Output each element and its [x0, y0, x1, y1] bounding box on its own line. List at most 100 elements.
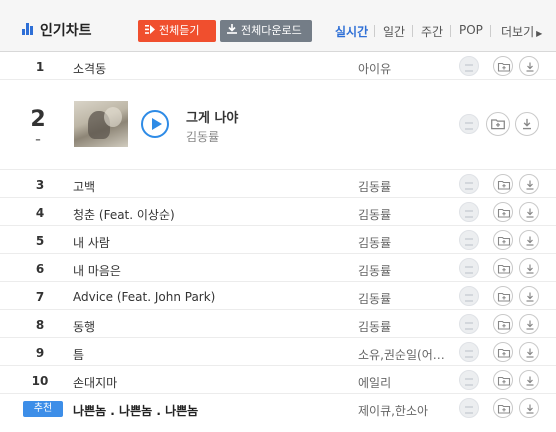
artist-name[interactable]: 김동률: [358, 178, 454, 195]
comment-bubble-icon[interactable]: [459, 56, 479, 76]
artist-name[interactable]: 소유,권순일(어…: [358, 346, 454, 363]
chart-row: 8 동행 김동률: [0, 310, 556, 338]
download-all-button[interactable]: 전체다운로드: [220, 20, 312, 42]
more-link[interactable]: 더보기 ▶: [501, 23, 542, 40]
add-to-folder-icon: [497, 180, 511, 190]
add-to-folder-button[interactable]: [493, 174, 513, 194]
download-icon: [526, 62, 534, 72]
chart-row: 10 손대지마 에일리: [0, 366, 556, 394]
download-button[interactable]: [519, 202, 539, 222]
download-button[interactable]: [519, 174, 539, 194]
rank-number: 7: [35, 290, 45, 304]
add-to-folder-icon: [497, 320, 511, 330]
download-icon: [526, 292, 534, 302]
tab-pop[interactable]: POP: [459, 23, 483, 37]
comment-bubble-icon[interactable]: [459, 174, 479, 194]
tab-daily[interactable]: 일간: [383, 23, 405, 40]
add-to-folder-button[interactable]: [493, 314, 513, 334]
add-to-folder-button[interactable]: [493, 230, 513, 250]
add-to-folder-icon: [497, 62, 511, 72]
comment-bubble-icon[interactable]: [459, 398, 479, 418]
rank-number: 2: [30, 107, 46, 132]
download-button[interactable]: [519, 286, 539, 306]
tab-weekly[interactable]: 주간: [421, 23, 443, 40]
play-icon[interactable]: [141, 110, 169, 138]
artist-name[interactable]: 제이큐,한소아: [358, 402, 454, 419]
playlist-icon: [145, 20, 155, 42]
chart-header: 인기차트 전체듣기 전체다운로드 실시간 일간 주간 POP 더보기 ▶: [0, 0, 556, 52]
artist-name[interactable]: 김동률: [186, 128, 219, 145]
download-button[interactable]: [515, 112, 539, 136]
comment-bubble-icon[interactable]: [459, 114, 479, 134]
song-title[interactable]: 청춘 (Feat. 이상순): [73, 206, 175, 223]
chart-row: 5 내 사람 김동률: [0, 226, 556, 254]
download-button[interactable]: [519, 398, 539, 418]
rank-number: 9: [35, 346, 45, 360]
download-button[interactable]: [519, 342, 539, 362]
song-title[interactable]: 그게 나야: [186, 107, 238, 126]
song-title[interactable]: 내 마음은: [73, 262, 121, 279]
chart-row: 9 틈 소유,권순일(어…: [0, 338, 556, 366]
comment-bubble-icon[interactable]: [459, 342, 479, 362]
add-to-folder-button[interactable]: [493, 202, 513, 222]
download-button[interactable]: [519, 314, 539, 334]
comment-bubble-icon[interactable]: [459, 314, 479, 334]
download-icon: [526, 208, 534, 218]
song-title[interactable]: Advice (Feat. John Park): [73, 290, 215, 304]
rank-number: 5: [35, 234, 45, 248]
play-all-button[interactable]: 전체듣기: [138, 20, 216, 42]
recommended-row: 추천 나쁜놈 . 나쁜놈 . 나쁜놈 제이큐,한소아: [0, 394, 556, 422]
download-icon: [526, 180, 534, 190]
recommended-badge: 추천: [23, 401, 63, 417]
download-button[interactable]: [519, 258, 539, 278]
divider: [374, 25, 375, 37]
bar-chart-icon: [22, 23, 34, 35]
add-to-folder-button[interactable]: [493, 286, 513, 306]
play-all-label: 전체듣기: [159, 24, 200, 37]
add-to-folder-button[interactable]: [486, 112, 510, 136]
download-button[interactable]: [519, 56, 539, 76]
artist-name[interactable]: 김동률: [358, 262, 454, 279]
rank-number: 10: [31, 374, 49, 388]
divider: [490, 25, 491, 37]
comment-bubble-icon[interactable]: [459, 370, 479, 390]
song-title[interactable]: 고백: [73, 178, 95, 195]
artist-name[interactable]: 김동률: [358, 318, 454, 335]
add-to-folder-button[interactable]: [493, 398, 513, 418]
add-to-folder-icon: [497, 292, 511, 302]
chart-row: 1 소격동 아이유: [0, 52, 556, 80]
song-title[interactable]: 소격동: [73, 60, 106, 77]
add-to-folder-icon: [497, 208, 511, 218]
chart-row: 6 내 마음은 김동률: [0, 254, 556, 282]
song-title[interactable]: 손대지마: [73, 374, 117, 391]
comment-bubble-icon[interactable]: [459, 230, 479, 250]
download-icon: [526, 264, 534, 274]
download-button[interactable]: [519, 230, 539, 250]
comment-bubble-icon[interactable]: [459, 286, 479, 306]
comment-bubble-icon[interactable]: [459, 258, 479, 278]
chart-row: 3 고백 김동률: [0, 170, 556, 198]
artist-name[interactable]: 에일리: [358, 374, 454, 391]
chart-row: 4 청춘 (Feat. 이상순) 김동률: [0, 198, 556, 226]
download-button[interactable]: [519, 370, 539, 390]
song-title[interactable]: 내 사람: [73, 234, 110, 251]
chart-row: 7 Advice (Feat. John Park) 김동률: [0, 282, 556, 310]
add-to-folder-button[interactable]: [493, 342, 513, 362]
download-icon: [227, 20, 237, 42]
song-title[interactable]: 틈: [73, 346, 84, 363]
song-title[interactable]: 나쁜놈 . 나쁜놈 . 나쁜놈: [73, 402, 198, 419]
artist-name[interactable]: 김동률: [358, 290, 454, 307]
tab-realtime[interactable]: 실시간: [335, 23, 368, 40]
add-to-folder-button[interactable]: [493, 370, 513, 390]
rank-number: 4: [35, 206, 45, 220]
album-art[interactable]: [74, 101, 128, 147]
add-to-folder-button[interactable]: [493, 258, 513, 278]
add-to-folder-icon: [497, 404, 511, 414]
artist-name[interactable]: 김동률: [358, 206, 454, 223]
comment-bubble-icon[interactable]: [459, 202, 479, 222]
artist-name[interactable]: 아이유: [358, 60, 454, 77]
add-to-folder-button[interactable]: [493, 56, 513, 76]
song-title[interactable]: 동행: [73, 318, 95, 335]
chevron-right-icon: ▶: [536, 29, 543, 38]
artist-name[interactable]: 김동률: [358, 234, 454, 251]
